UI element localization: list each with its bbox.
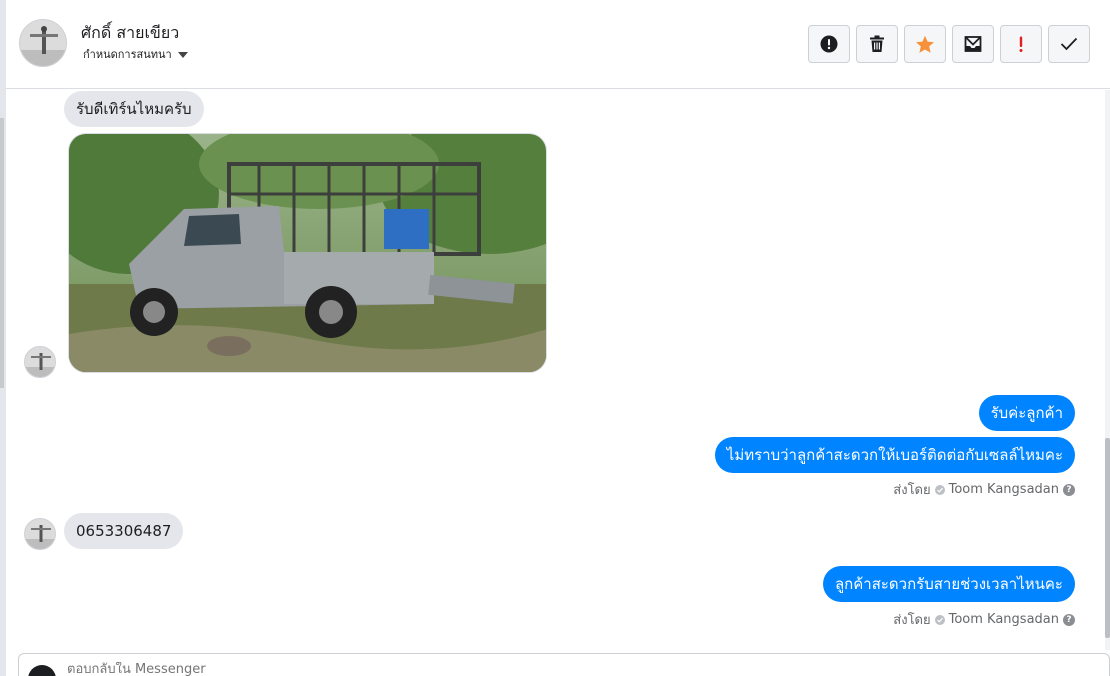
mark-spam-button[interactable] [808, 25, 850, 63]
outgoing-message: รับค่ะลูกค้า [978, 395, 1075, 431]
outgoing-message: ลูกค้าสะดวกรับสายช่วงเวลาไหนคะ [822, 566, 1075, 602]
check-icon [1060, 37, 1078, 51]
check-circle-icon [934, 614, 945, 625]
sent-by-info: ส่งโดย Toom Kangsadan ? [893, 609, 1075, 630]
sent-by-prefix: ส่งโดย [893, 613, 931, 628]
delete-button[interactable] [856, 25, 898, 63]
star-button[interactable] [904, 25, 946, 63]
sent-by-agent: Toom Kangsadan [948, 482, 1059, 497]
conversation-toolbar [808, 25, 1090, 63]
alert-circle-icon [820, 35, 838, 53]
conversation-header: ศักดิ์ สายเขียว กำหนดการสนทนา [6, 0, 1110, 89]
pickup-truck-photo [69, 134, 546, 372]
message-thread[interactable]: รับดีเทิร์นไหมครับ รับค่ะลูกค้า ไม่ทราบว… [6, 90, 1105, 650]
conversation-label-text: กำหนดการสนทนา [83, 48, 172, 61]
sent-by-agent: Toom Kangsadan [948, 612, 1059, 627]
trash-icon [870, 35, 884, 52]
help-icon[interactable]: ? [1063, 613, 1075, 626]
thread-scrollbar[interactable] [1105, 90, 1110, 650]
contact-avatar-small[interactable] [24, 518, 56, 550]
check-circle-icon [934, 484, 945, 495]
contact-avatar[interactable] [19, 19, 67, 67]
page-avatar [28, 665, 56, 676]
incoming-photo-attachment[interactable] [68, 133, 547, 373]
incoming-message: รับดีเทิร์นไหมครับ [64, 91, 204, 127]
sent-by-prefix: ส่งโดย [893, 483, 931, 498]
left-scrollbar-thumb[interactable] [0, 118, 4, 388]
reply-composer[interactable] [18, 653, 1110, 676]
contact-avatar-small[interactable] [24, 346, 56, 378]
mark-important-button[interactable] [1000, 25, 1042, 63]
conversation-label-dropdown[interactable]: กำหนดการสนทนา [83, 45, 188, 63]
sent-by-info: ส่งโดย Toom Kangsadan ? [893, 479, 1075, 500]
exclamation-icon [1019, 36, 1023, 52]
mark-unread-button[interactable] [952, 25, 994, 63]
help-icon[interactable]: ? [1063, 483, 1075, 496]
thread-scrollbar-thumb[interactable] [1105, 438, 1110, 638]
star-icon [916, 35, 934, 53]
reply-input[interactable] [67, 662, 967, 676]
incoming-message: 0653306487 [64, 513, 184, 549]
mark-done-button[interactable] [1048, 25, 1090, 63]
envelope-icon [964, 36, 982, 52]
contact-name: ศักดิ์ สายเขียว [81, 23, 180, 42]
caret-down-icon [177, 52, 188, 58]
outgoing-message: ไม่ทราบว่าลูกค้าสะดวกให้เบอร์ติดต่อกับเซ… [714, 437, 1075, 473]
